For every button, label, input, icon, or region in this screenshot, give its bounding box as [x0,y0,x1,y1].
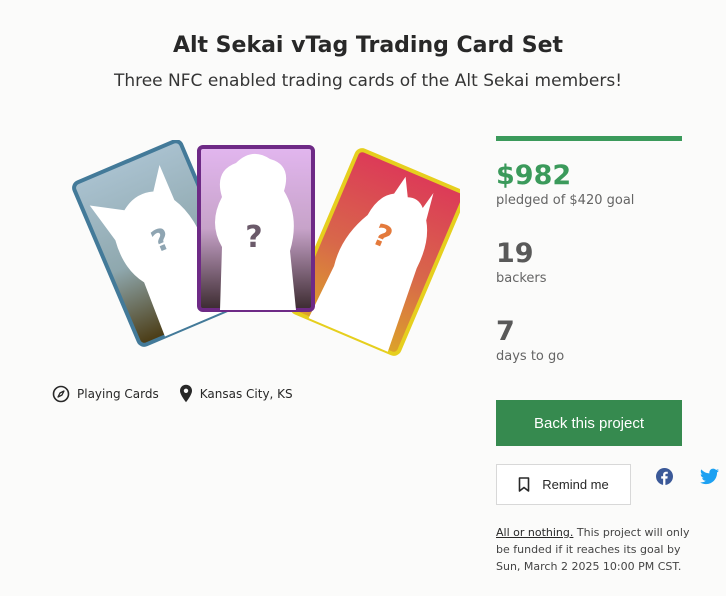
remind-me-button[interactable]: Remind me [496,464,631,505]
location-label: Kansas City, KS [199,386,293,401]
pledged-amount: $982 [496,160,572,191]
location-link[interactable]: Kansas City, KS [179,384,293,403]
funding-policy-note: All or nothing. This project will only b… [496,524,692,575]
days-stat: 7 days to go [496,316,564,364]
remind-me-label: Remind me [542,477,609,492]
backers-count: 19 [496,238,534,269]
back-project-button[interactable]: Back this project [496,400,682,446]
pledged-label: pledged of $420 goal [496,193,635,208]
location-pin-icon [179,384,192,403]
twitter-icon[interactable] [700,468,719,485]
compass-icon [52,385,70,402]
backers-stat: 19 backers [496,238,547,286]
project-subtitle: Three NFC enabled trading cards of the A… [113,71,623,91]
svg-text:?: ? [245,220,262,255]
days-label: days to go [496,349,565,364]
category-link[interactable]: Playing Cards [52,385,159,403]
pledged-stat: $982 pledged of $420 goal [496,160,634,208]
category-label: Playing Cards [77,386,159,401]
all-or-nothing-link[interactable]: All or nothing. [496,526,573,539]
facebook-icon[interactable] [656,468,673,485]
project-title: Alt Sekai vTag Trading Card Set [172,33,564,58]
backers-label: backers [496,271,547,286]
project-meta: Playing Cards Kansas City, KS [52,384,313,403]
project-hero-image: ? ? ? [72,140,460,356]
funding-progress-bar [496,136,682,141]
card-middle: ? [197,145,315,312]
bookmark-icon [518,477,530,492]
days-count: 7 [496,316,515,347]
card-right: ? [290,148,460,356]
